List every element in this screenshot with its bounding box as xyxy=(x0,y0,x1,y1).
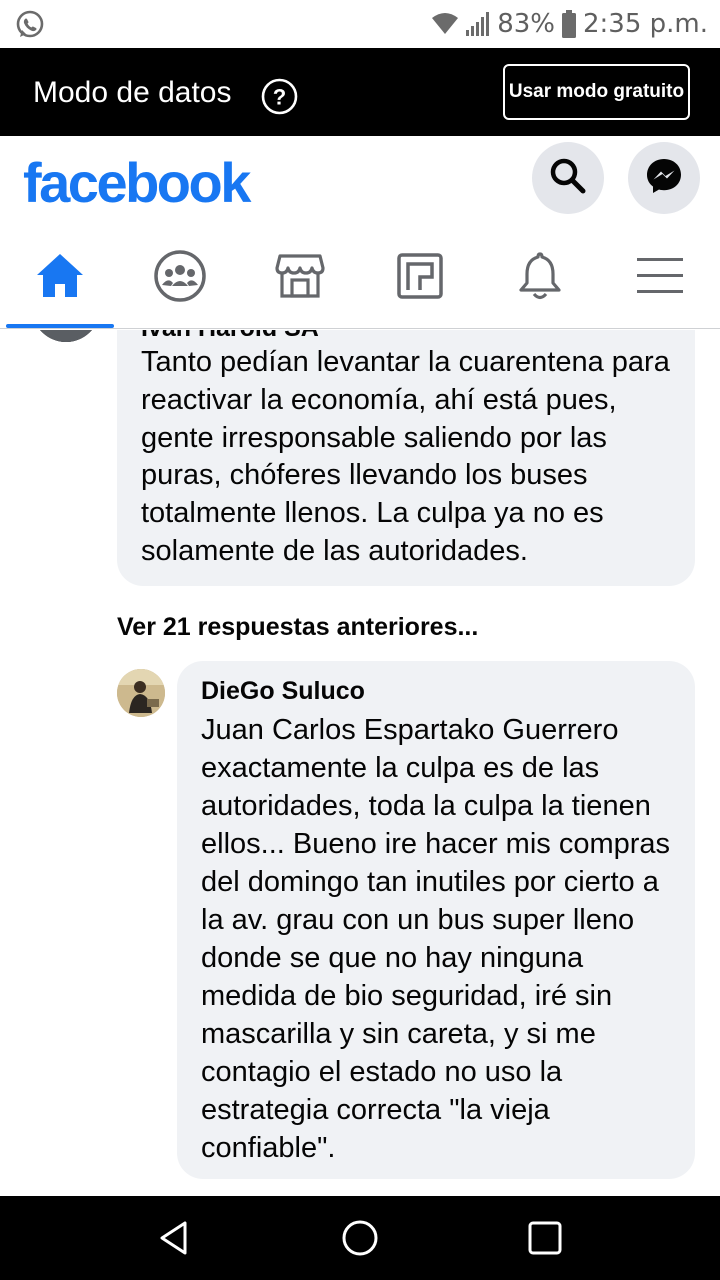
menu-icon xyxy=(637,256,683,301)
help-icon[interactable]: ? xyxy=(261,78,298,115)
groups-icon xyxy=(153,249,207,308)
android-nav-bar xyxy=(0,1196,720,1280)
clock: 2:35 p.m. xyxy=(582,9,708,39)
comments-feed[interactable]: Ivan Harold SA Tanto pedían levantar la … xyxy=(0,330,720,1196)
home-circle-icon[interactable] xyxy=(340,1218,380,1258)
tab-menu[interactable] xyxy=(600,228,720,328)
wifi-icon xyxy=(431,12,459,36)
avatar[interactable] xyxy=(32,330,100,342)
watch-icon xyxy=(396,252,444,305)
tab-marketplace[interactable] xyxy=(240,228,360,328)
data-mode-bar: Modo de datos ? Usar modo gratuito xyxy=(0,48,720,136)
tab-watch[interactable] xyxy=(360,228,480,328)
recents-icon[interactable] xyxy=(525,1218,565,1258)
search-button[interactable] xyxy=(532,142,604,214)
whatsapp-icon xyxy=(14,9,46,41)
battery-percent: 83% xyxy=(497,9,555,39)
battery-icon xyxy=(561,10,577,38)
home-icon xyxy=(34,251,86,306)
app-header: facebook xyxy=(0,136,720,228)
back-icon[interactable] xyxy=(155,1218,195,1258)
tab-home[interactable] xyxy=(0,228,120,328)
data-mode-title: Modo de datos xyxy=(33,76,232,109)
comment-author[interactable]: Ivan Harold SA xyxy=(141,330,319,343)
main-nav xyxy=(0,228,720,329)
search-icon xyxy=(548,156,588,201)
comment-text: Tanto pedían levantar la cuarentena para… xyxy=(141,346,670,567)
reply-text: Juan Carlos Espartako Guerrero exactamen… xyxy=(201,714,671,1164)
comment-bubble[interactable]: Ivan Harold SA Tanto pedían levantar la … xyxy=(117,330,695,586)
free-mode-button[interactable]: Usar modo gratuito xyxy=(503,64,690,120)
status-bar: 83% 2:35 p.m. xyxy=(0,0,720,48)
svg-text:?: ? xyxy=(273,85,286,110)
signal-icon xyxy=(465,11,491,37)
reply-bubble[interactable]: DieGo Suluco Juan Carlos Espartako Guerr… xyxy=(177,661,695,1179)
tab-notifications[interactable] xyxy=(480,228,600,328)
avatar[interactable] xyxy=(117,669,165,717)
tab-groups[interactable] xyxy=(120,228,240,328)
previous-replies-link[interactable]: Ver 21 respuestas anteriores... xyxy=(117,613,478,642)
facebook-logo[interactable]: facebook xyxy=(23,150,251,215)
messenger-icon xyxy=(644,156,684,201)
messenger-button[interactable] xyxy=(628,142,700,214)
marketplace-icon xyxy=(274,251,326,306)
reply-author[interactable]: DieGo Suluco xyxy=(201,677,365,706)
bell-icon xyxy=(517,250,563,307)
